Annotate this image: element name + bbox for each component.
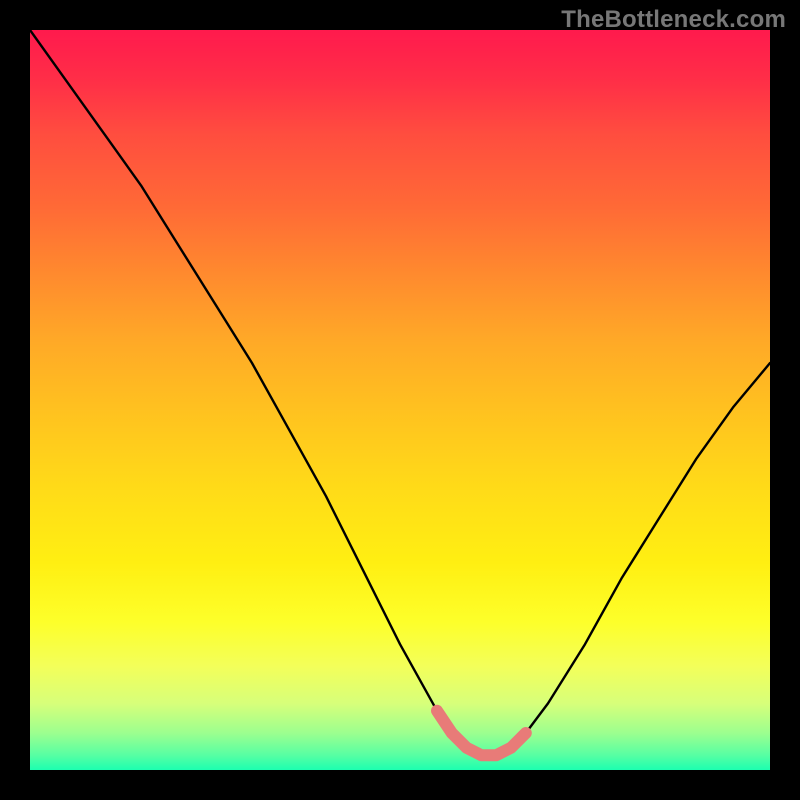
optimal-range-highlight bbox=[437, 711, 526, 755]
plot-area bbox=[30, 30, 770, 770]
curve-svg bbox=[30, 30, 770, 770]
bottleneck-curve bbox=[30, 30, 770, 755]
watermark-text: TheBottleneck.com bbox=[561, 6, 786, 34]
chart-frame: TheBottleneck.com bbox=[0, 0, 800, 800]
